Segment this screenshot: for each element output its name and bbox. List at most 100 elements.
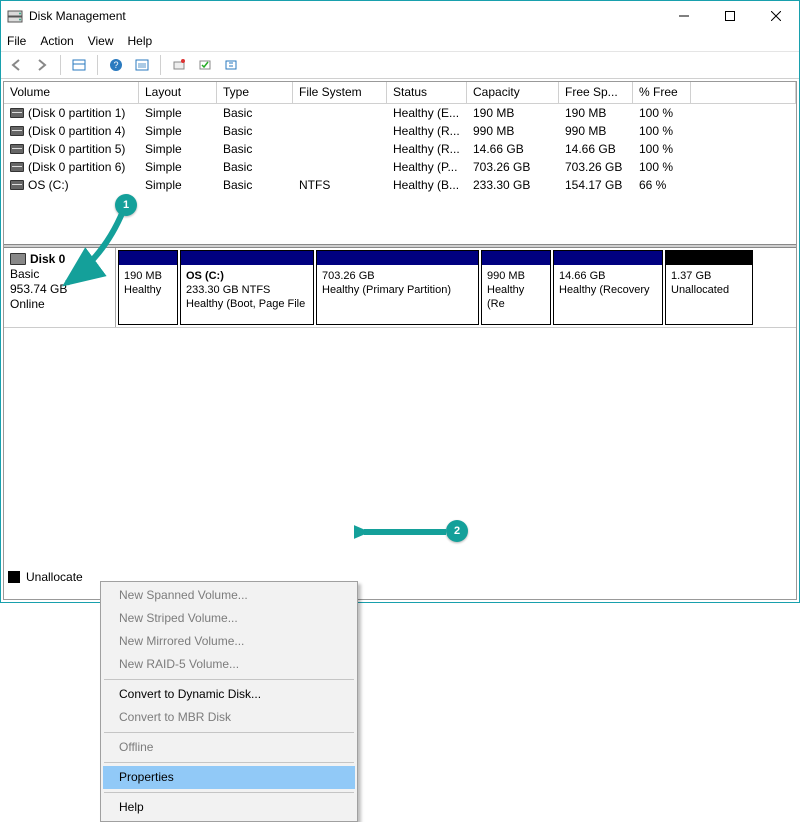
partition[interactable]: 190 MB Healthy <box>118 250 178 325</box>
volume-list-header: Volume Layout Type File System Status Ca… <box>4 82 796 104</box>
menu-action[interactable]: Action <box>40 34 73 48</box>
column-header[interactable] <box>691 82 796 103</box>
toolbar-icon[interactable] <box>194 54 216 76</box>
cell: Healthy (B... <box>387 177 467 193</box>
volume-row[interactable]: (Disk 0 partition 4)SimpleBasicHealthy (… <box>4 122 796 140</box>
partition[interactable]: 14.66 GBHealthy (Recovery <box>553 250 663 325</box>
column-header[interactable]: Free Sp... <box>559 82 633 103</box>
column-header[interactable]: Type <box>217 82 293 103</box>
cell: 14.66 GB <box>467 141 559 157</box>
volume-icon <box>10 126 24 136</box>
menu-separator <box>104 762 354 763</box>
cell: 100 % <box>633 141 691 157</box>
menu-view[interactable]: View <box>88 34 114 48</box>
partition[interactable]: OS (C:)233.30 GB NTFSHealthy (Boot, Page… <box>180 250 314 325</box>
menu-item[interactable]: Convert to Dynamic Disk... <box>103 683 355 706</box>
column-header[interactable]: Layout <box>139 82 217 103</box>
context-menu: New Spanned Volume...New Striped Volume.… <box>100 581 358 822</box>
cell: 190 MB <box>559 105 633 121</box>
help-icon[interactable]: ? <box>105 54 127 76</box>
menu-item: New RAID-5 Volume... <box>103 653 355 676</box>
menu-separator <box>104 732 354 733</box>
partition-body: 1.37 GBUnallocated <box>666 265 752 324</box>
cell: Basic <box>217 123 293 139</box>
column-header[interactable]: Volume <box>4 82 139 103</box>
app-icon <box>7 8 23 24</box>
partition-color-bar <box>666 251 752 265</box>
column-header[interactable]: % Free <box>633 82 691 103</box>
column-header[interactable]: Status <box>387 82 467 103</box>
cell: 990 MB <box>467 123 559 139</box>
cell: 14.66 GB <box>559 141 633 157</box>
back-button[interactable] <box>5 54 27 76</box>
partition[interactable]: 990 MBHealthy (Re <box>481 250 551 325</box>
cell: (Disk 0 partition 4) <box>4 123 139 139</box>
partition-size: 703.26 GB <box>322 270 375 282</box>
cell: Healthy (P... <box>387 159 467 175</box>
disk-label: Disk 0 <box>30 252 65 266</box>
partition-color-bar <box>181 251 313 265</box>
cell: 990 MB <box>559 123 633 139</box>
partition[interactable]: 1.37 GBUnallocated <box>665 250 753 325</box>
menu-separator <box>104 679 354 680</box>
menu-item: Offline <box>103 736 355 759</box>
toolbar-icon[interactable] <box>220 54 242 76</box>
partition-size: 190 MB <box>124 270 162 282</box>
close-button[interactable] <box>753 1 799 31</box>
cell <box>293 166 387 168</box>
column-header[interactable]: File System <box>293 82 387 103</box>
menu-help[interactable]: Help <box>128 34 153 48</box>
cell: Simple <box>139 105 217 121</box>
cell: Basic <box>217 105 293 121</box>
toolbar-icon[interactable] <box>131 54 153 76</box>
partition-size: 990 MB <box>487 270 525 282</box>
partition[interactable]: 703.26 GBHealthy (Primary Partition) <box>316 250 479 325</box>
cell: Simple <box>139 141 217 157</box>
partition-status: Healthy <box>124 284 161 296</box>
cell: 100 % <box>633 105 691 121</box>
cell: Basic <box>217 141 293 157</box>
column-header[interactable]: Capacity <box>467 82 559 103</box>
cell: 703.26 GB <box>559 159 633 175</box>
cell: Healthy (E... <box>387 105 467 121</box>
cell: Basic <box>217 177 293 193</box>
partition-color-bar <box>554 251 662 265</box>
annotation-badge-2: 2 <box>446 520 468 542</box>
menu-file[interactable]: File <box>7 34 26 48</box>
cell: (Disk 0 partition 1) <box>4 105 139 121</box>
legend-unallocated: Unallocate <box>8 570 83 584</box>
volume-row[interactable]: OS (C:)SimpleBasicNTFSHealthy (B...233.3… <box>4 176 796 194</box>
menu-item[interactable]: Help <box>103 796 355 819</box>
cell <box>293 112 387 114</box>
menu-item: New Mirrored Volume... <box>103 630 355 653</box>
content-panel: Volume Layout Type File System Status Ca… <box>3 81 797 600</box>
volume-row[interactable]: (Disk 0 partition 5)SimpleBasicHealthy (… <box>4 140 796 158</box>
volume-row[interactable]: (Disk 0 partition 1)SimpleBasic Healthy (… <box>4 104 796 122</box>
menubar: File Action View Help <box>1 31 799 51</box>
cell: 66 % <box>633 177 691 193</box>
cell: NTFS <box>293 177 387 193</box>
maximize-button[interactable] <box>707 1 753 31</box>
disk-row[interactable]: Disk 0 Basic 953.74 GB Online 190 MB Heal… <box>4 248 796 328</box>
toolbar-icon[interactable] <box>68 54 90 76</box>
volume-row[interactable]: (Disk 0 partition 6)SimpleBasicHealthy (… <box>4 158 796 176</box>
cell: (Disk 0 partition 6) <box>4 159 139 175</box>
titlebar: Disk Management <box>1 1 799 31</box>
disk-info[interactable]: Disk 0 Basic 953.74 GB Online <box>4 248 116 327</box>
cell <box>293 130 387 132</box>
cell: Healthy (R... <box>387 123 467 139</box>
menu-item: Convert to MBR Disk <box>103 706 355 729</box>
volume-list[interactable]: (Disk 0 partition 1)SimpleBasicHealthy (… <box>4 104 796 244</box>
menu-item: New Striped Volume... <box>103 607 355 630</box>
menu-separator <box>104 792 354 793</box>
disk-state: Online <box>10 297 109 312</box>
window-title: Disk Management <box>29 9 126 23</box>
forward-button[interactable] <box>31 54 53 76</box>
toolbar-icon[interactable] <box>168 54 190 76</box>
volume-icon <box>10 162 24 172</box>
partition-color-bar <box>482 251 550 265</box>
menu-item[interactable]: Properties <box>103 766 355 789</box>
partition-body: 990 MBHealthy (Re <box>482 265 550 324</box>
minimize-button[interactable] <box>661 1 707 31</box>
partition-body: 14.66 GBHealthy (Recovery <box>554 265 662 324</box>
